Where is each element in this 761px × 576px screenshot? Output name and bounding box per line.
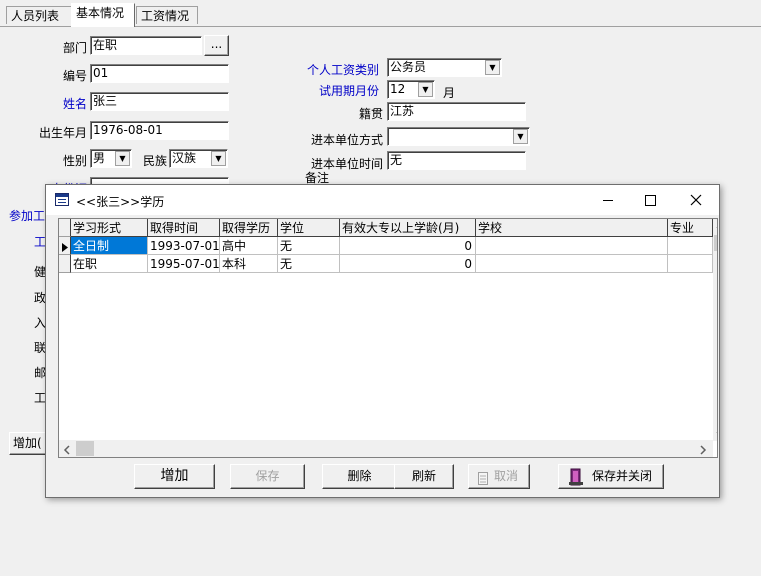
dept-field[interactable]: 在职 bbox=[90, 36, 202, 55]
dept-browse-button[interactable]: ... bbox=[204, 35, 229, 56]
native-place-label: 籍贯 bbox=[358, 107, 383, 121]
gender-select[interactable]: 男 ▼ bbox=[90, 149, 132, 168]
dept-label: 部门 bbox=[62, 41, 87, 55]
minimize-icon[interactable] bbox=[594, 186, 622, 214]
salary-type-label: 个人工资类别 bbox=[306, 63, 379, 77]
dialog-delete-button[interactable]: 删除 bbox=[322, 464, 397, 489]
trial-months-select[interactable]: 12 ▼ bbox=[387, 80, 435, 99]
tab-strip: 人员列表 基本情况 工资情况 bbox=[0, 0, 761, 27]
nation-label: 民族 bbox=[142, 154, 167, 168]
table-cell[interactable]: 无 bbox=[278, 255, 340, 273]
native-place-field[interactable]: 江苏 bbox=[387, 102, 526, 121]
column-header-obtain-date[interactable]: 取得时间 bbox=[148, 219, 220, 237]
column-header-school[interactable]: 学校 bbox=[476, 219, 668, 237]
salary-type-select[interactable]: 公务员 ▼ bbox=[387, 58, 502, 77]
chevron-down-icon[interactable]: ▼ bbox=[485, 60, 500, 75]
table-cell[interactable]: 0 bbox=[340, 237, 476, 255]
column-header-degree[interactable]: 学位 bbox=[278, 219, 340, 237]
entry-time-field[interactable]: 无 bbox=[387, 151, 526, 170]
number-label: 编号 bbox=[62, 69, 87, 83]
close-icon[interactable] bbox=[682, 186, 710, 214]
table-cell[interactable]: 1993-07-01 bbox=[148, 237, 220, 255]
table-cell[interactable]: 0 bbox=[340, 255, 476, 273]
column-header-major[interactable]: 专业 bbox=[668, 219, 713, 237]
tab-salary-info[interactable]: 工资情况 bbox=[136, 6, 198, 24]
column-header-college-months[interactable]: 有效大专以上学龄(月) bbox=[340, 219, 476, 237]
dialog-refresh-button[interactable]: 刷新 bbox=[394, 464, 454, 489]
dialog-add-button[interactable]: 增加 bbox=[134, 464, 215, 489]
dialog-save-close-button[interactable]: 保存并关闭 bbox=[558, 464, 664, 489]
horizontal-scroll-thumb[interactable] bbox=[76, 441, 94, 456]
chevron-down-icon[interactable]: ▼ bbox=[211, 151, 226, 166]
number-field[interactable]: 01 bbox=[90, 64, 229, 83]
save-close-door-icon bbox=[568, 468, 584, 493]
nation-select[interactable]: 汉族 ▼ bbox=[169, 149, 228, 168]
vertical-scrollbar[interactable] bbox=[713, 219, 717, 441]
row-indicator[interactable] bbox=[59, 255, 71, 273]
horizontal-scrollbar[interactable] bbox=[59, 440, 713, 457]
chevron-down-icon[interactable]: ▼ bbox=[513, 129, 528, 144]
education-dialog: <<张三>>学历 学习形式 取得时间 取得学历 学位 有效大专以上学龄(月) 学… bbox=[45, 184, 720, 498]
trial-months-value: 12 bbox=[390, 82, 406, 96]
chevron-down-icon[interactable]: ▼ bbox=[418, 82, 433, 97]
table-cell[interactable] bbox=[476, 255, 668, 273]
table-cell[interactable]: 无 bbox=[278, 237, 340, 255]
dialog-save-button[interactable]: 保存 bbox=[230, 464, 305, 489]
scroll-left-icon[interactable] bbox=[63, 444, 71, 457]
dialog-cancel-label: 取消 bbox=[493, 469, 518, 483]
current-row-arrow-icon bbox=[62, 241, 68, 255]
name-label: 姓名 bbox=[62, 97, 87, 111]
tab-basic-info[interactable]: 基本情况 bbox=[71, 3, 135, 27]
table-cell[interactable]: 全日制 bbox=[71, 237, 148, 255]
vertical-scroll-thumb[interactable] bbox=[714, 235, 717, 251]
scroll-up-icon[interactable] bbox=[716, 222, 717, 233]
gender-label: 性别 bbox=[62, 154, 87, 168]
table-cell[interactable]: 在职 bbox=[71, 255, 148, 273]
name-field[interactable]: 张三 bbox=[90, 92, 229, 111]
table-cell[interactable]: 1995-07-01 bbox=[148, 255, 220, 273]
table-cell[interactable] bbox=[476, 237, 668, 255]
dialog-cancel-button[interactable]: 取消 bbox=[468, 464, 530, 489]
birth-field[interactable]: 1976-08-01 bbox=[90, 121, 229, 140]
trial-months-unit: 月 bbox=[443, 86, 456, 100]
maximize-icon[interactable] bbox=[636, 186, 664, 214]
row-indicator[interactable] bbox=[59, 237, 71, 255]
gender-value: 男 bbox=[93, 151, 106, 165]
form-window-icon bbox=[55, 193, 69, 206]
add-button[interactable]: 增加( bbox=[9, 432, 49, 455]
nation-value: 汉族 bbox=[172, 151, 197, 165]
chevron-down-icon[interactable]: ▼ bbox=[115, 151, 130, 166]
grid-header-corner bbox=[59, 219, 71, 237]
column-header-degree-level[interactable]: 取得学历 bbox=[220, 219, 278, 237]
birth-label: 出生年月 bbox=[38, 126, 87, 140]
table-cell[interactable] bbox=[668, 237, 713, 255]
tab-person-list[interactable]: 人员列表 bbox=[6, 6, 72, 24]
salary-type-value: 公务员 bbox=[390, 60, 427, 74]
education-grid: 学习形式 取得时间 取得学历 学位 有效大专以上学龄(月) 学校 专业 全日制 … bbox=[58, 218, 718, 458]
dialog-titlebar[interactable]: <<张三>>学历 bbox=[46, 185, 719, 215]
scroll-right-icon[interactable] bbox=[699, 444, 707, 457]
scroll-down-icon[interactable] bbox=[716, 427, 717, 441]
entry-mode-select[interactable]: ▼ bbox=[387, 127, 530, 146]
dialog-save-close-label: 保存并关闭 bbox=[591, 469, 652, 483]
cancel-doc-icon bbox=[477, 470, 489, 492]
table-cell[interactable]: 本科 bbox=[220, 255, 278, 273]
table-cell[interactable]: 高中 bbox=[220, 237, 278, 255]
table-cell[interactable] bbox=[668, 255, 713, 273]
trial-months-label: 试用期月份 bbox=[318, 84, 379, 98]
dialog-title: <<张三>>学历 bbox=[76, 195, 165, 209]
join-work-label: 参加工 bbox=[9, 209, 46, 223]
column-header-study-form[interactable]: 学习形式 bbox=[71, 219, 148, 237]
entry-mode-label: 进本单位方式 bbox=[310, 133, 383, 147]
